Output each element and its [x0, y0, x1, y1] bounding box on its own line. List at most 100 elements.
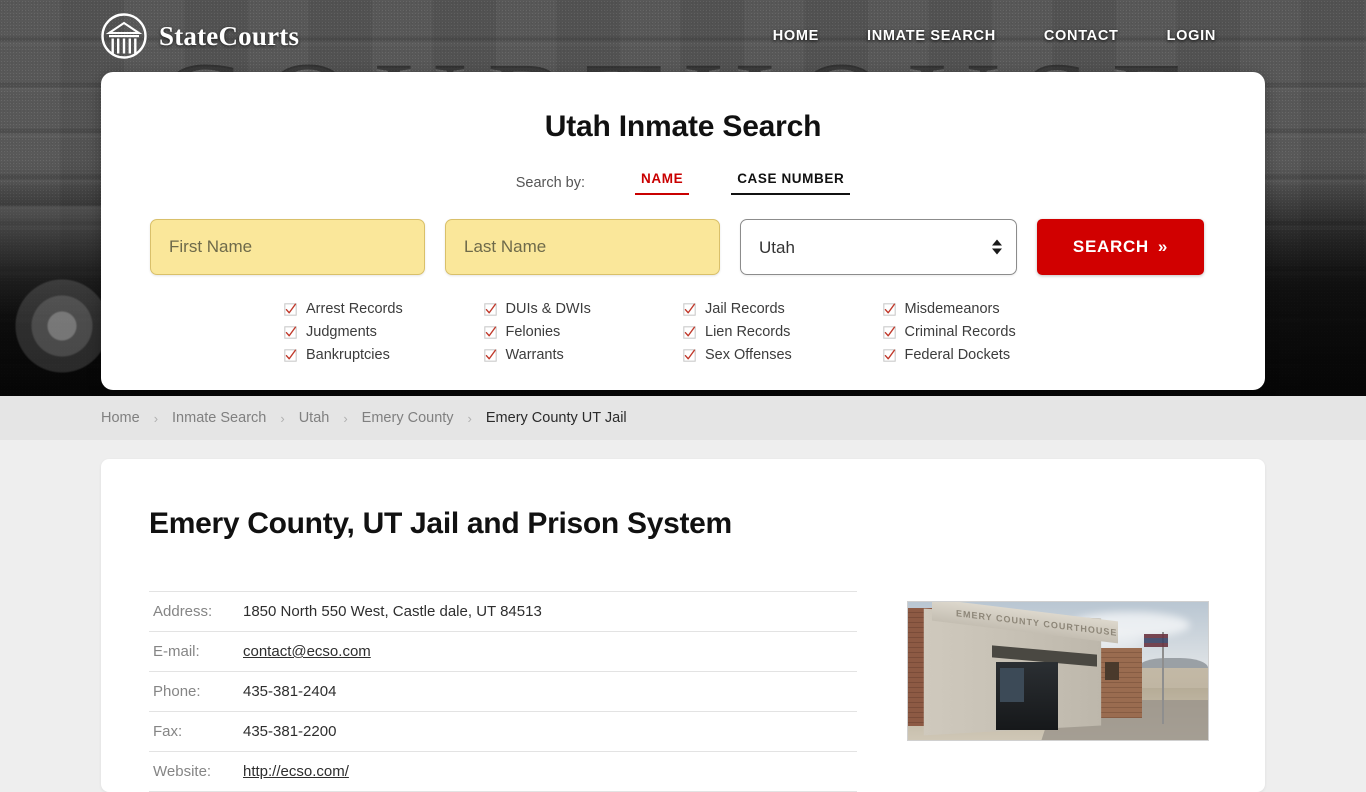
nav-item-home[interactable]: HOME	[773, 28, 819, 44]
breadcrumb-item-3[interactable]: Emery County	[362, 410, 454, 426]
info-value: 435-381-2200	[243, 723, 337, 740]
breadcrumb-separator-icon: ›	[467, 410, 472, 426]
checkbox-checked-icon	[483, 325, 497, 339]
state-select[interactable]: Utah	[740, 219, 1017, 275]
nav-item-inmate-search[interactable]: INMATE SEARCH	[867, 28, 996, 44]
record-type-label: Jail Records	[705, 301, 785, 317]
breadcrumb-item-4: Emery County UT Jail	[485, 410, 627, 426]
info-label: E-mail:	[153, 643, 200, 660]
record-type-label: Felonies	[505, 324, 561, 340]
breadcrumb-item-0[interactable]: Home	[101, 410, 140, 426]
inmate-search-card: Utah Inmate Search Search by: NAME CASE …	[101, 72, 1265, 390]
search-by-row: Search by: NAME CASE NUMBER	[149, 170, 1217, 195]
info-value: 1850 North 550 West, Castle dale, UT 845…	[243, 603, 542, 620]
checkbox-checked-icon	[683, 348, 696, 362]
checkbox-checked-icon	[284, 325, 297, 339]
main-nav: HOME INMATE SEARCH CONTACT LOGIN	[773, 28, 1216, 44]
tab-case-number[interactable]: CASE NUMBER	[731, 170, 851, 195]
search-button[interactable]: SEARCH »	[1037, 219, 1204, 275]
checkbox-checked-icon	[882, 348, 896, 362]
hero-header: COURTHOUSE StateCourts HOME INMATE SEARC…	[0, 0, 1366, 396]
brand-logo[interactable]: StateCourts	[100, 12, 299, 60]
breadcrumb-separator-icon: ›	[153, 410, 159, 426]
record-type-check-10[interactable]: Sex Offenses	[683, 347, 883, 363]
checkbox-checked-icon	[882, 302, 896, 316]
detail-body: Address: 1850 North 550 West, Castle dale…	[149, 591, 1217, 792]
record-type-label: Judgments	[306, 324, 377, 340]
breadcrumb-bar: Home › Inmate Search › Utah › Emery County › Eme…	[0, 396, 1366, 440]
checkbox-checked-icon	[284, 302, 297, 316]
breadcrumb-separator-icon: ›	[343, 410, 348, 426]
checkbox-checked-icon	[284, 348, 297, 362]
record-type-label: Criminal Records	[904, 324, 1016, 340]
nav-item-login[interactable]: LOGIN	[1167, 28, 1216, 44]
record-type-check-7[interactable]: Criminal Records	[882, 324, 1083, 340]
record-type-check-2[interactable]: Jail Records	[683, 301, 883, 317]
info-label: Website:	[153, 763, 212, 780]
record-type-check-4[interactable]: Judgments	[284, 324, 484, 340]
table-row: Phone: 435-381-2404	[149, 672, 857, 712]
record-type-check-6[interactable]: Lien Records	[683, 324, 883, 340]
table-row: Website: http://ecso.com/	[149, 752, 857, 792]
table-row: Fax: 435-381-2200	[149, 712, 857, 752]
checkbox-checked-icon	[284, 325, 297, 339]
checkbox-checked-icon	[882, 325, 896, 339]
page-title: Emery County, UT Jail and Prison System	[149, 507, 732, 540]
last-name-input[interactable]	[445, 219, 720, 275]
checkbox-checked-icon	[483, 302, 497, 316]
breadcrumb-item-2[interactable]: Utah	[299, 410, 330, 426]
info-value[interactable]: http://ecso.com/	[243, 752, 857, 792]
info-link[interactable]: contact@ecso.com	[243, 643, 371, 660]
record-type-label: Federal Dockets	[904, 347, 1011, 363]
search-form-row: Utah SEARCH »	[149, 219, 1217, 275]
record-type-check-11[interactable]: Federal Dockets	[882, 347, 1083, 363]
record-type-checklist: Arrest Records DUIs & DWIs Jail Records Mis…	[149, 301, 1217, 363]
info-label: Fax:	[153, 723, 183, 740]
tab-name[interactable]: NAME	[635, 170, 690, 195]
checkbox-checked-icon	[483, 348, 497, 362]
record-type-label: Lien Records	[705, 324, 791, 340]
nav-item-contact[interactable]: CONTACT	[1044, 28, 1119, 44]
facility-photo-wrapper: EMERY COUNTY COURTHOUSE	[907, 591, 1209, 792]
record-type-check-0[interactable]: Arrest Records	[284, 301, 484, 317]
info-label: Phone:	[153, 683, 201, 700]
state-select-wrapper: Utah	[740, 219, 1017, 275]
breadcrumb: Home › Inmate Search › Utah › Emery County › Eme…	[101, 410, 627, 426]
checkbox-checked-icon	[284, 302, 297, 316]
search-by-label: Search by:	[515, 174, 586, 191]
record-type-label: Arrest Records	[306, 301, 403, 317]
checkbox-checked-icon	[483, 302, 497, 316]
info-link[interactable]: http://ecso.com/	[243, 763, 349, 780]
first-name-input[interactable]	[150, 219, 425, 275]
table-row: E-mail: contact@ecso.com	[149, 632, 857, 672]
breadcrumb-item-1[interactable]: Inmate Search	[172, 410, 266, 426]
info-value: 435-381-2404	[243, 683, 337, 700]
checkbox-checked-icon	[683, 348, 696, 362]
checkbox-checked-icon	[683, 325, 696, 339]
info-value[interactable]: contact@ecso.com	[243, 632, 857, 672]
record-type-label: Bankruptcies	[306, 347, 390, 363]
brand-name: StateCourts	[159, 20, 300, 51]
checkbox-checked-icon	[882, 325, 896, 339]
breadcrumb-separator-icon: ›	[280, 410, 285, 426]
checkbox-checked-icon	[683, 325, 696, 339]
table-row: Address: 1850 North 550 West, Castle dale…	[149, 591, 857, 632]
checkbox-checked-icon	[483, 325, 497, 339]
checkbox-checked-icon	[683, 302, 696, 316]
record-type-check-5[interactable]: Felonies	[483, 324, 684, 340]
record-type-label: Warrants	[505, 347, 564, 363]
record-type-check-9[interactable]: Warrants	[483, 347, 684, 363]
record-type-check-8[interactable]: Bankruptcies	[284, 347, 484, 363]
checkbox-checked-icon	[683, 302, 696, 316]
courthouse-photo: EMERY COUNTY COURTHOUSE	[907, 601, 1209, 741]
checkbox-checked-icon	[284, 348, 297, 362]
courthouse-circle-logo-icon	[101, 13, 147, 59]
record-type-check-3[interactable]: Misdemeanors	[882, 301, 1083, 317]
record-type-check-1[interactable]: DUIs & DWIs	[483, 301, 684, 317]
info-label: Address:	[153, 603, 213, 620]
double-chevron-right-icon: »	[1157, 237, 1169, 256]
record-type-label: DUIs & DWIs	[505, 301, 591, 317]
search-button-label: SEARCH	[1072, 237, 1149, 256]
facility-info-table: Address: 1850 North 550 West, Castle dale…	[149, 591, 857, 792]
checkbox-checked-icon	[483, 348, 497, 362]
